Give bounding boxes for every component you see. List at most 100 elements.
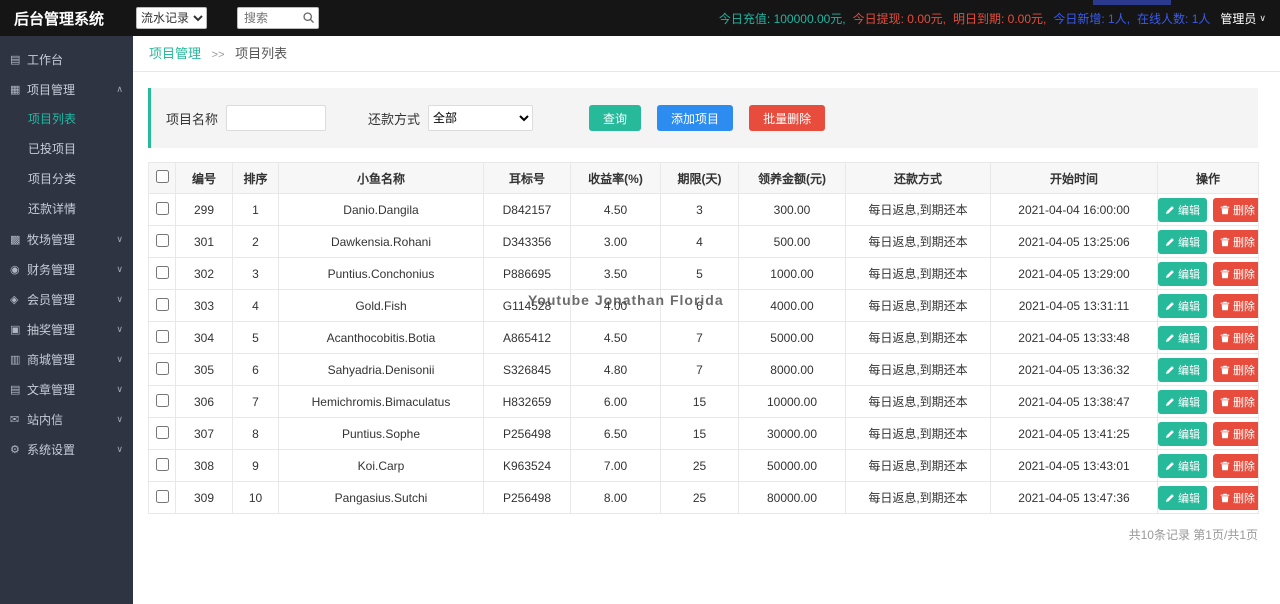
row-checkbox[interactable] xyxy=(155,297,169,311)
row-checkbox[interactable] xyxy=(155,265,169,279)
trash-icon xyxy=(1220,333,1230,342)
sidebar-item-workbench[interactable]: ▤ 工作台 xyxy=(0,44,133,74)
row-checkbox[interactable] xyxy=(155,457,169,471)
breadcrumb-parent[interactable]: 项目管理 xyxy=(149,46,201,61)
member-icon: ◈ xyxy=(10,293,19,306)
pencil-icon xyxy=(1166,429,1174,438)
admin-menu[interactable]: 管理员 ∨ xyxy=(1220,10,1266,27)
column-header: 还款方式 xyxy=(845,162,991,194)
sidebar-item-message[interactable]: ✉ 站内信 ∨ xyxy=(0,404,133,434)
row-checkbox[interactable] xyxy=(155,425,169,439)
trash-icon xyxy=(1220,237,1230,246)
delete-button[interactable]: 删除 xyxy=(1213,453,1258,478)
column-header: 领养金额(元) xyxy=(738,162,846,194)
cell-amount: 4000.00 xyxy=(738,289,846,322)
select-all-checkbox[interactable] xyxy=(155,170,169,183)
pencil-icon xyxy=(1166,365,1174,374)
flow-record-select[interactable]: 流水记录 xyxy=(136,7,207,29)
delete-button[interactable]: 删除 xyxy=(1213,261,1258,286)
query-button[interactable]: 查询 xyxy=(589,105,642,131)
repay-method-select[interactable]: 全部 xyxy=(428,105,534,131)
topbar-artifact xyxy=(1093,0,1171,5)
cell-sort: 10 xyxy=(232,481,279,514)
cell-tag-no: P256498 xyxy=(483,417,571,450)
edit-button[interactable]: 编辑 xyxy=(1158,261,1207,286)
sidebar-subitem-project-list[interactable]: 项目列表 xyxy=(0,104,133,134)
topbar-stat: 明日到期: 0.00元, xyxy=(953,11,1047,26)
row-checkbox[interactable] xyxy=(155,233,169,247)
row-checkbox[interactable] xyxy=(155,201,169,215)
cell-start-time: 2021-04-05 13:38:47 xyxy=(990,385,1158,418)
cell-amount: 8000.00 xyxy=(738,353,846,386)
cell-repay-method: 每日返息,到期还本 xyxy=(845,385,991,418)
search-icon[interactable] xyxy=(302,11,315,24)
cell-tag-no: H832659 xyxy=(483,385,571,418)
sidebar-item-finance[interactable]: ◉ 财务管理 ∨ xyxy=(0,254,133,284)
cell-sort: 7 xyxy=(232,385,279,418)
edit-button[interactable]: 编辑 xyxy=(1158,357,1207,382)
cell-tag-no: A865412 xyxy=(483,321,571,354)
edit-button[interactable]: 编辑 xyxy=(1158,485,1207,510)
project-name-input[interactable] xyxy=(226,105,327,131)
sidebar-item-label: 工作台 xyxy=(27,52,64,67)
edit-button[interactable]: 编辑 xyxy=(1158,421,1207,446)
sidebar-item-project[interactable]: ▦ 项目管理 ∧ xyxy=(0,74,133,104)
trash-icon xyxy=(1220,205,1230,214)
cell-rate: 4.50 xyxy=(570,193,661,226)
delete-button[interactable]: 删除 xyxy=(1213,197,1258,222)
column-header: 操作 xyxy=(1157,162,1259,194)
cell-amount: 10000.00 xyxy=(738,385,846,418)
add-project-button[interactable]: 添加项目 xyxy=(657,105,734,131)
batch-delete-button[interactable]: 批量删除 xyxy=(749,105,826,131)
cell-id: 301 xyxy=(175,225,233,258)
cell-amount: 50000.00 xyxy=(738,449,846,482)
cell-term: 15 xyxy=(660,417,739,450)
sidebar-item-ranch[interactable]: ▩ 牧场管理 ∨ xyxy=(0,224,133,254)
cell-term: 25 xyxy=(660,481,739,514)
sidebar-item-settings[interactable]: ⚙ 系统设置 ∨ xyxy=(0,434,133,464)
cell-sort: 6 xyxy=(232,353,279,386)
delete-button[interactable]: 删除 xyxy=(1213,325,1258,350)
sidebar-item-mall[interactable]: ▥ 商城管理 ∨ xyxy=(0,344,133,374)
pencil-icon xyxy=(1166,461,1174,470)
sidebar-item-member[interactable]: ◈ 会员管理 ∨ xyxy=(0,284,133,314)
sidebar-item-lottery[interactable]: ▣ 抽奖管理 ∨ xyxy=(0,314,133,344)
column-header: 排序 xyxy=(232,162,279,194)
edit-button[interactable]: 编辑 xyxy=(1158,389,1207,414)
row-checkbox[interactable] xyxy=(155,361,169,375)
cell-rate: 3.00 xyxy=(570,225,661,258)
delete-button[interactable]: 删除 xyxy=(1213,421,1258,446)
delete-button[interactable]: 删除 xyxy=(1213,229,1258,254)
cell-start-time: 2021-04-05 13:43:01 xyxy=(990,449,1158,482)
row-checkbox[interactable] xyxy=(155,329,169,343)
table-row: 299 1 Danio.Dangila D842157 4.50 3 300.00 每日返息,… xyxy=(148,193,1259,226)
row-checkbox[interactable] xyxy=(155,489,169,503)
edit-button[interactable]: 编辑 xyxy=(1158,197,1207,222)
edit-button[interactable]: 编辑 xyxy=(1158,325,1207,350)
edit-button[interactable]: 编辑 xyxy=(1158,229,1207,254)
cell-repay-method: 每日返息,到期还本 xyxy=(845,449,991,482)
cell-fish-name: Dawkensia.Rohani xyxy=(278,225,484,258)
delete-button[interactable]: 删除 xyxy=(1213,485,1258,510)
row-checkbox[interactable] xyxy=(155,393,169,407)
repay-method-label: 还款方式 xyxy=(368,111,421,127)
table-header-row: 编号 排序 小鱼名称 耳标号 收益率(%) 期限(天) 领养金额(元) 还款方式 开始时间 操作 xyxy=(148,162,1259,194)
sidebar-subitem-project-category[interactable]: 项目分类 xyxy=(0,164,133,194)
edit-button[interactable]: 编辑 xyxy=(1158,293,1207,318)
coin-icon: ◉ xyxy=(10,263,20,276)
sidebar-item-label: 站内信 xyxy=(27,412,64,427)
delete-button[interactable]: 删除 xyxy=(1213,357,1258,382)
delete-button[interactable]: 删除 xyxy=(1213,389,1258,414)
sidebar-item-label: 商城管理 xyxy=(27,352,76,367)
cell-fish-name: Sahyadria.Denisonii xyxy=(278,353,484,386)
chevron-icon: ∨ xyxy=(116,293,123,304)
main-content: 项目管理 >> 项目列表 项目名称 还款方式 全部 查询 添加项目 批量删除 编… xyxy=(133,36,1280,604)
mail-icon: ✉ xyxy=(10,413,20,426)
sidebar-subitem-invested-projects[interactable]: 已投项目 xyxy=(0,134,133,164)
sidebar-item-article[interactable]: ▤ 文章管理 ∨ xyxy=(0,374,133,404)
delete-button[interactable]: 删除 xyxy=(1213,293,1258,318)
sidebar-item-label: 项目管理 xyxy=(27,82,76,97)
sidebar-subitem-repayment-detail[interactable]: 还款详情 xyxy=(0,194,133,224)
cell-tag-no: G114528 xyxy=(483,289,571,322)
edit-button[interactable]: 编辑 xyxy=(1158,453,1207,478)
